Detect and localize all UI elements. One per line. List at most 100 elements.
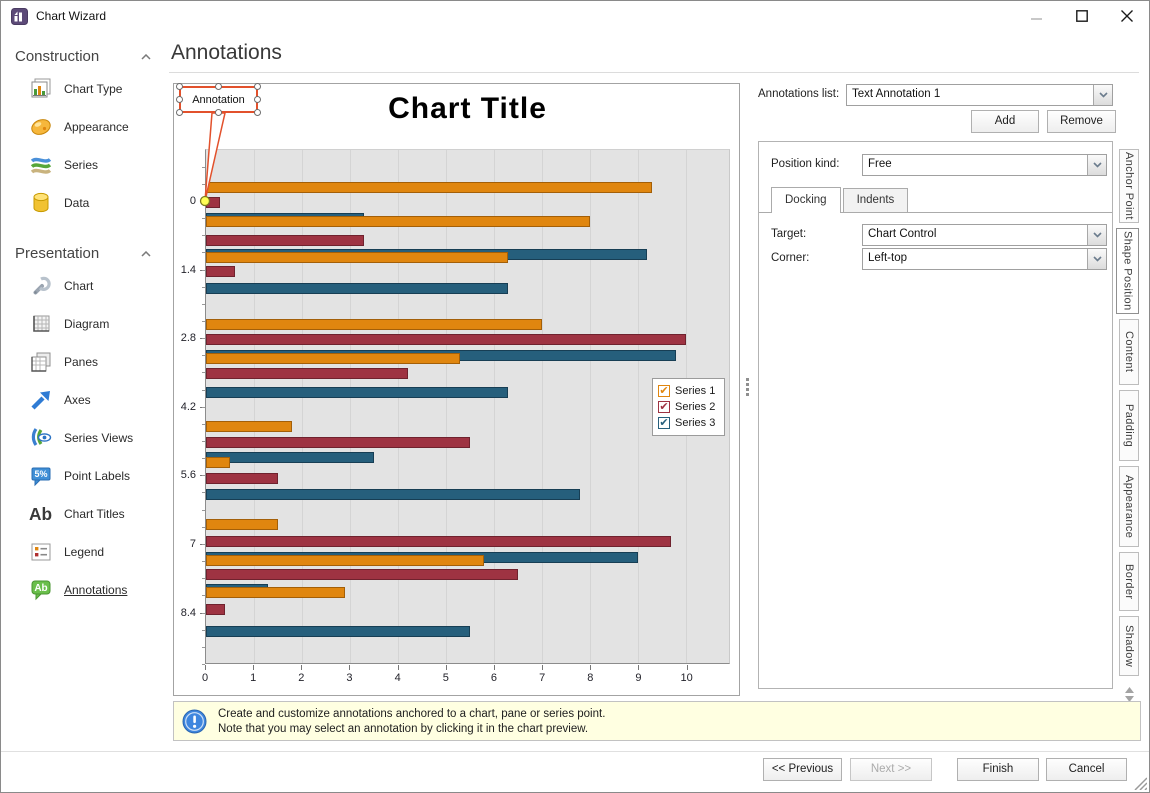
legend-checkbox[interactable]: ✔ [658,385,670,397]
section-header-construction[interactable]: Construction [1,43,167,70]
position-kind-combo[interactable]: Free [862,154,1107,176]
sidebar-item-data[interactable]: Data [1,184,167,222]
target-combo[interactable]: Chart Control [862,224,1107,246]
sidebar-item-appearance[interactable]: Appearance [1,108,167,146]
legend-checkbox[interactable]: ✔ [658,417,670,429]
sidebar-item-axes[interactable]: Axes [1,381,167,419]
x-axis-tick [542,665,543,670]
vtab-padding[interactable]: Padding [1119,390,1139,461]
chevron-down-icon[interactable] [1087,249,1106,269]
sidebar-item-label: Point Labels [64,469,130,483]
panes-icon [28,350,53,375]
resize-handle[interactable] [254,109,261,116]
finish-button[interactable]: Finish [957,758,1039,781]
chart-bar [206,197,220,208]
next-button[interactable]: Next >> [850,758,932,781]
x-axis-label: 3 [346,672,352,684]
close-button[interactable] [1104,1,1149,31]
chart-bar [206,368,408,379]
sidebar-item-legend[interactable]: Legend [1,533,167,571]
scroll-up-icon[interactable] [1125,687,1134,693]
tab-indents[interactable]: Indents [843,188,909,212]
chevron-down-icon[interactable] [1087,225,1106,245]
resize-handle[interactable] [176,109,183,116]
sidebar-item-annotations[interactable]: Ab Annotations [1,571,167,609]
maximize-button[interactable] [1059,1,1104,31]
resize-handle[interactable] [176,96,183,103]
sidebar-item-point-labels[interactable]: 5% Point Labels [1,457,167,495]
chart-bar [206,519,278,530]
cancel-button[interactable]: Cancel [1046,758,1127,781]
gridline [590,150,591,663]
resize-grip[interactable] [1131,774,1147,790]
gridline [398,150,399,663]
y-axis-minor-tick [202,664,205,665]
sidebar-item-series[interactable]: Series [1,146,167,184]
y-axis-minor-tick [202,544,205,545]
vtab-shape-position[interactable]: Shape Position [1116,228,1139,314]
corner-label: Corner: [771,252,809,264]
chart-bar [206,473,278,484]
vtab-border[interactable]: Border [1119,552,1139,611]
sidebar-item-diagram[interactable]: Diagram [1,305,167,343]
resize-handle[interactable] [215,109,222,116]
y-axis-minor-tick [202,372,205,373]
series-views-icon [28,426,53,451]
add-button[interactable]: Add [971,110,1039,133]
sidebar-item-label: Series [64,158,98,172]
resize-handle[interactable] [254,83,261,90]
y-axis-minor-tick [202,235,205,236]
resize-handle[interactable] [176,83,183,90]
y-axis-label: 7 [190,538,196,550]
resize-handle[interactable] [215,83,222,90]
diagram-icon [28,312,53,337]
annotations-list-combo[interactable]: Text Annotation 1 [846,84,1113,106]
chart-bar [206,387,508,398]
wizard-sidebar: Construction Chart Type Appearance Se [1,33,167,792]
position-kind-label: Position kind: [771,158,839,170]
sidebar-item-panes[interactable]: Panes [1,343,167,381]
y-axis-minor-tick [202,613,205,614]
vtab-content[interactable]: Content [1119,319,1139,385]
chart-bar [206,569,518,580]
previous-button[interactable]: << Previous [763,758,842,781]
sidebar-item-chart[interactable]: Chart [1,267,167,305]
legend-checkbox[interactable]: ✔ [658,401,670,413]
minimize-button[interactable] [1014,1,1059,31]
section-header-presentation[interactable]: Presentation [1,240,167,267]
vtab-anchor-point[interactable]: Anchor Point [1119,149,1139,223]
y-axis-minor-tick [202,252,205,253]
preview-panel-splitter[interactable] [746,378,750,398]
combo-value: Free [868,158,1084,170]
vtab-shadow[interactable]: Shadow [1119,616,1139,676]
chart-bar [206,182,652,193]
info-icon [182,709,207,734]
x-axis-tick [301,665,302,670]
axes-arrow-icon [28,388,53,413]
x-axis-label: 8 [587,672,593,684]
sidebar-item-chart-type[interactable]: Chart Type [1,70,167,108]
chart-type-icon [28,77,53,102]
y-axis-label: 4.2 [181,401,196,413]
y-axis-minor-tick [202,492,205,493]
x-axis-tick [349,665,350,670]
window-title: Chart Wizard [36,9,106,23]
sidebar-item-series-views[interactable]: Series Views [1,419,167,457]
annotation-settings-panel: Annotations list: Text Annotation 1 Add … [756,83,1141,695]
remove-button[interactable]: Remove [1047,110,1116,133]
resize-handle[interactable] [254,96,261,103]
chart-bar [206,266,235,277]
x-axis-tick [446,665,447,670]
chevron-down-icon[interactable] [1093,85,1112,105]
chevron-down-icon[interactable] [1087,155,1106,175]
sidebar-item-chart-titles[interactable]: Ab Chart Titles [1,495,167,533]
chart-preview[interactable]: Chart Title 012345678910 01.42.84.25.678… [173,83,740,696]
legend-item: ✔ Series 1 [658,383,719,399]
corner-combo[interactable]: Left-top [862,248,1107,270]
chart-bar [206,452,374,463]
tab-docking[interactable]: Docking [771,187,841,213]
annotation-shape[interactable]: Annotation [179,86,258,113]
chevron-up-icon [141,251,151,257]
info-line-1: Create and customize annotations anchore… [218,707,605,722]
vtab-appearance[interactable]: Appearance [1119,466,1139,547]
